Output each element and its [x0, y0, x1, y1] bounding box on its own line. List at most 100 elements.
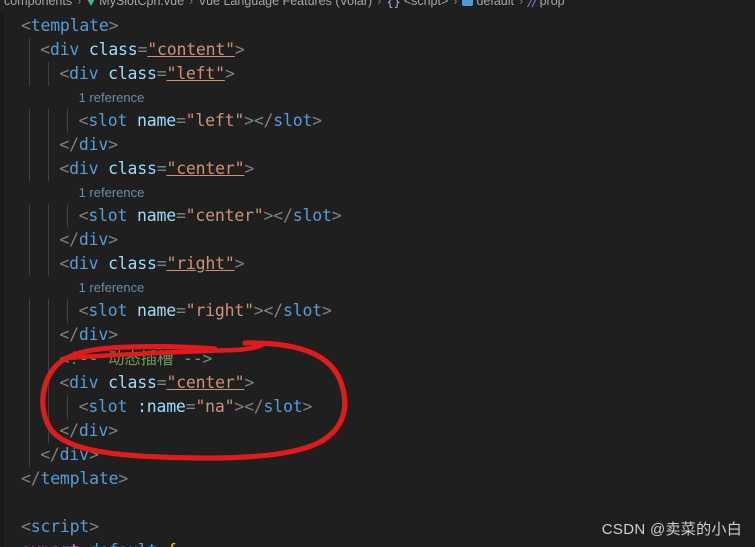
indent-guide [48, 109, 50, 133]
code-line[interactable]: <slot name="center"></slot> [4, 204, 755, 228]
breadcrumb-separator: › [518, 0, 524, 8]
indent-guide [29, 371, 30, 395]
code-line-text: <div class="center"> [59, 159, 255, 178]
braces-icon: {} [386, 0, 401, 9]
breadcrumb-label: prop [539, 0, 565, 8]
breadcrumb-separator: › [189, 0, 194, 8]
code-line[interactable]: </template> [4, 467, 755, 491]
codelens-label: 1 reference [78, 185, 145, 200]
breadcrumb-separator: › [77, 0, 82, 8]
indent-guide [67, 204, 69, 228]
indent-guide [48, 347, 50, 371]
breadcrumb-label: MySlotCpn.vue [99, 0, 185, 8]
code-line[interactable]: </div> [4, 228, 755, 252]
code-line[interactable]: </div> [4, 443, 755, 467]
indent-guide [48, 62, 50, 86]
export-icon [462, 0, 474, 6]
indent-guide [48, 133, 50, 157]
code-line-text: <slot name="right"></slot> [78, 301, 332, 320]
code-line[interactable]: <slot name="left"></slot> [4, 109, 755, 133]
indent-guide [48, 299, 50, 323]
indent-guide [29, 204, 30, 228]
breadcrumb-item-file[interactable]: MySlotCpn.vue [86, 0, 184, 8]
codelens-reference[interactable]: 1 reference [4, 181, 755, 204]
code-editor-content[interactable]: <template> <div class="content"> <div clas… [4, 14, 755, 547]
breadcrumb[interactable]: components › MySlotCpn.vue › Vue Language Fe… [0, 0, 755, 14]
indent-guide [48, 157, 50, 181]
breadcrumb-item-default[interactable]: default [462, 0, 514, 8]
code-line-text: </div> [59, 325, 118, 344]
indent-guide [29, 347, 30, 371]
indent-guide [29, 419, 30, 443]
breadcrumb-label: components [4, 0, 73, 8]
code-line-text: <div class="content"> [40, 40, 245, 59]
code-line-text: <slot :name="na"></slot> [78, 397, 313, 416]
indent-guide [29, 299, 30, 323]
code-line[interactable]: <div class="center"> [4, 157, 755, 181]
breadcrumb-label: default [476, 0, 514, 8]
indent-guide [67, 109, 69, 133]
indent-guide [29, 252, 30, 276]
indent-guide [29, 157, 30, 181]
breadcrumb-item-prop[interactable]: //prop [528, 0, 564, 8]
code-line[interactable]: <!-- 动态插槽 --> [4, 347, 755, 371]
indent-guide [29, 62, 30, 86]
code-line[interactable]: <div class="right"> [4, 252, 755, 276]
breadcrumb-item-script[interactable]: {} <script> [386, 0, 448, 8]
indent-guide [29, 109, 30, 133]
code-line[interactable]: <template> [4, 14, 755, 38]
codelens-reference[interactable]: 1 reference [4, 86, 755, 109]
code-line[interactable]: </div> [4, 323, 755, 347]
code-line-text: </div> [59, 135, 118, 154]
code-line[interactable]: export default { [4, 539, 755, 547]
codelens-label: 1 reference [78, 90, 145, 105]
code-line[interactable]: <div class="center"> [4, 371, 755, 395]
code-line-text: <div class="left"> [59, 64, 235, 83]
indent-guide [67, 299, 69, 323]
field-icon: // [528, 0, 537, 9]
code-line-text: <div class="right"> [59, 254, 245, 273]
breadcrumb-label: <script> [403, 0, 449, 8]
indent-guide [48, 371, 50, 395]
code-line[interactable]: <div class="content"> [4, 38, 755, 62]
vue-file-icon [86, 0, 97, 6]
indent-guide [48, 204, 50, 228]
indent-guide [48, 252, 50, 276]
code-line-text: </div> [59, 421, 118, 440]
vscode-editor-screenshot: components › MySlotCpn.vue › Vue Language Fe… [0, 0, 755, 547]
indent-guide [48, 419, 50, 443]
code-line[interactable]: <slot name="right"></slot> [4, 299, 755, 323]
breadcrumb-label: Vue Language Features (Volar) [198, 0, 373, 8]
code-line-text: </template> [21, 469, 129, 488]
code-line-text: <slot name="center"></slot> [78, 206, 342, 225]
code-line-blank[interactable] [4, 491, 755, 515]
breadcrumb-separator: › [453, 0, 458, 8]
breadcrumb-item-components[interactable]: components [4, 0, 72, 8]
code-line-text: </div> [40, 445, 99, 464]
indent-guide [29, 228, 30, 252]
code-line-text: </div> [59, 230, 118, 249]
breadcrumb-item-volar[interactable]: Vue Language Features (Volar) [198, 0, 372, 8]
indent-guide [29, 323, 30, 347]
indent-guide [29, 443, 30, 467]
code-line-text: <template> [21, 16, 119, 35]
indent-guide [48, 395, 50, 419]
code-line[interactable]: <div class="left"> [4, 62, 755, 86]
code-line[interactable]: <slot :name="na"></slot> [4, 395, 755, 419]
indent-guide [48, 323, 50, 347]
code-line-text: <!-- 动态插槽 --> [59, 349, 213, 368]
csdn-watermark: CSDN @卖菜的小白 [601, 521, 742, 538]
code-line-text: <slot name="left"></slot> [78, 111, 323, 130]
codelens-label: 1 reference [78, 280, 145, 295]
code-line-text: <div class="center"> [59, 373, 255, 392]
indent-guide [29, 395, 30, 419]
indent-guide [29, 133, 30, 157]
indent-guide [67, 395, 69, 419]
codelens-reference[interactable]: 1 reference [4, 276, 755, 299]
indent-guide [48, 228, 50, 252]
code-line[interactable]: </div> [4, 133, 755, 157]
code-line[interactable]: </div> [4, 419, 755, 443]
code-line-text: <script> [21, 517, 99, 536]
code-line-text: export default { [21, 541, 177, 547]
